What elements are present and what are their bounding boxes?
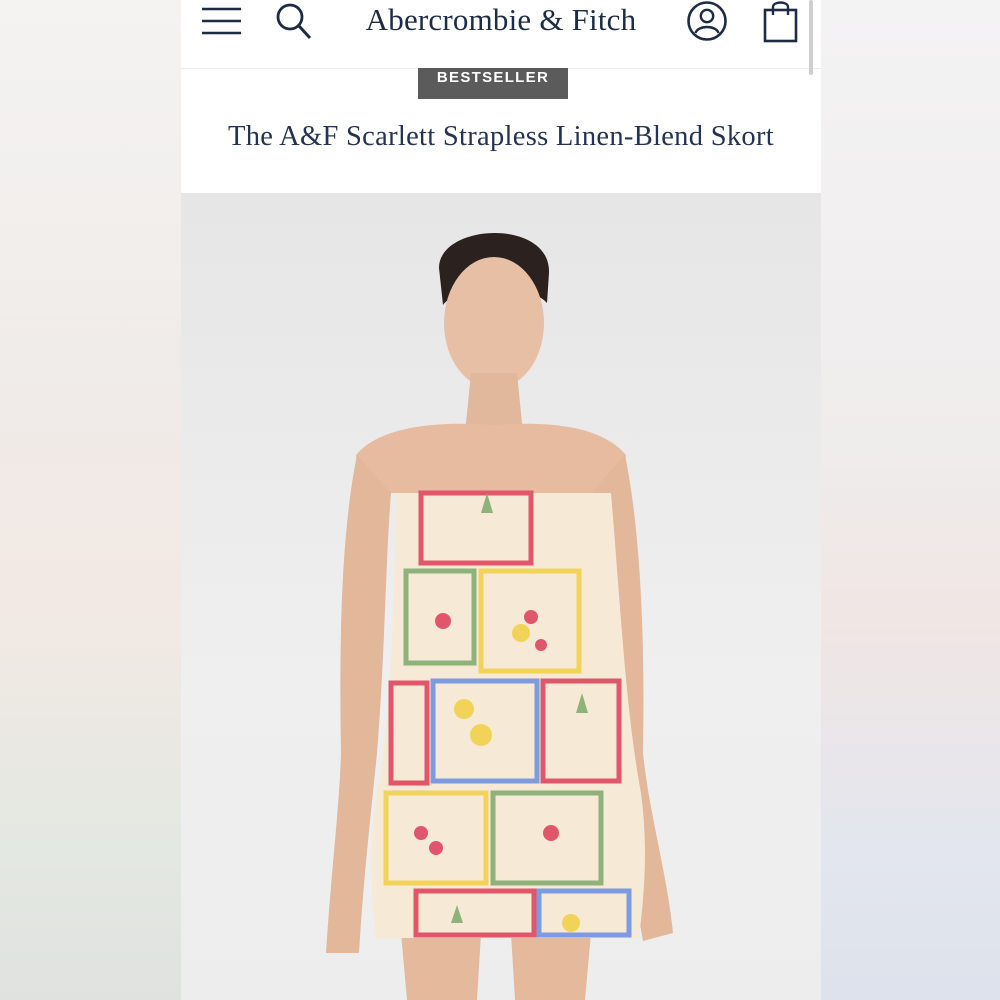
model-wearing-dress-illustration xyxy=(326,233,673,1000)
user-account-icon[interactable] xyxy=(686,0,728,42)
product-model-photo[interactable] xyxy=(181,193,821,1000)
bestseller-badge: BESTSELLER xyxy=(418,68,568,99)
background-left-margin xyxy=(0,0,181,1000)
top-navigation-bar: Abercrombie & Fitch xyxy=(181,0,821,69)
background-right-margin xyxy=(821,0,1000,1000)
scrollbar[interactable] xyxy=(809,0,813,75)
shopping-bag-icon[interactable] xyxy=(761,0,801,44)
mobile-page: Abercrombie & Fitch BESTSELLER The A&F S… xyxy=(181,0,821,1000)
product-title: The A&F Scarlett Strapless Linen-Blend S… xyxy=(228,121,774,152)
